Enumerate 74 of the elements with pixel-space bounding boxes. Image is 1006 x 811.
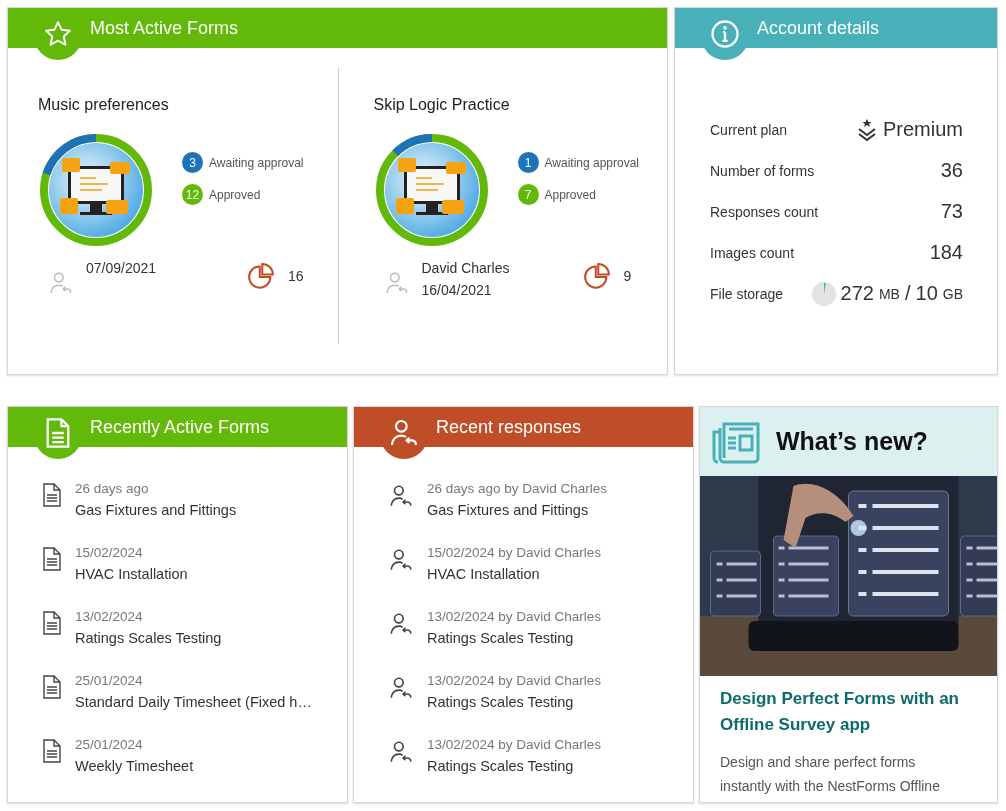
detail-value: 36 [940,159,963,182]
storage-pie-icon [811,281,836,306]
user-reply-icon [48,270,74,296]
document-icon [44,417,72,449]
activity-date: 13/02/2024 [75,609,143,624]
article-title-link[interactable]: Design Perfect Forms with an Offline Survey app [720,686,979,738]
activity-date: 25/01/2024 [75,673,143,688]
document-icon [42,483,62,507]
detail-value: 73 [940,200,963,223]
storage-used: 272 [840,282,874,305]
info-icon [710,19,740,49]
response-meta: 13/02/2024 by David Charles [427,609,602,624]
activity-date: 15/02/2024 [75,545,143,560]
article-summary: Design and share perfect forms instantly with the NestForms Offline [720,753,941,796]
author-text: David Charles [421,260,510,276]
card-title: Recent responses [436,416,582,438]
card-title: Account details [757,17,880,39]
user-reply-icon [388,611,414,637]
card-title: Recently Active Forms [90,416,270,438]
document-icon [42,675,62,699]
status-label: Approved [209,187,261,202]
count-badge: 7 [517,184,539,205]
response-count: 16 [288,268,304,284]
activity-date: 26 days ago [75,481,149,496]
user-reply-icon [388,739,414,765]
user-reply-icon [388,547,414,573]
detail-label: Current plan [710,121,788,138]
activity-date: 25/01/2024 [75,737,143,752]
form-name-link[interactable]: HVAC Installation [75,566,188,582]
form-name-link[interactable]: Ratings Scales Testing [427,630,574,646]
response-count: 9 [623,268,632,284]
storage-separator: / [904,282,911,305]
form-title[interactable]: Skip Logic Practice [373,96,510,114]
form-name-link[interactable]: Ratings Scales Testing [75,630,222,646]
detail-label: Number of forms [710,162,815,179]
storage-total: 10 [915,282,938,305]
pie-chart-icon [246,262,276,292]
detail-label: Images count [710,244,795,261]
response-meta: 26 days ago by David Charles [427,481,608,496]
status-label: Awaiting approval [209,155,304,170]
author-text: 16/04/2021 [421,282,492,298]
card-title: What’s new? [776,427,928,456]
pie-chart-icon [581,262,612,292]
detail-label: File storage [710,285,784,302]
response-meta: 13/02/2024 by David Charles [427,737,602,752]
storage-unit: MB [878,285,900,302]
form-name-link[interactable]: Gas Fixtures and Fittings [427,502,589,518]
premium-chevron-icon [856,117,878,142]
count-badge: 1 [517,152,539,173]
user-reply-icon [388,483,414,509]
document-icon [42,739,62,763]
form-name-link[interactable]: HVAC Installation [427,566,540,582]
count-badge: 12 [182,184,203,205]
storage-unit: GB [942,285,963,302]
document-icon [42,547,62,571]
status-label: Approved [544,187,596,202]
form-name-link[interactable]: Ratings Scales Testing [427,758,574,774]
author-text: 07/09/2021 [86,260,157,276]
plan-name: Premium [883,118,963,141]
form-name-link[interactable]: Ratings Scales Testing [427,694,574,710]
response-meta: 15/02/2024 by David Charles [427,545,602,560]
response-meta: 13/02/2024 by David Charles [427,673,602,688]
count-badge: 3 [182,152,203,173]
card-title: Most Active Forms [90,17,239,39]
form-name-link[interactable]: Weekly Timesheet [75,758,194,774]
form-name-link[interactable]: Standard Daily Timesheet (Fixed h… [75,694,312,710]
status-label: Awaiting approval [544,155,639,170]
detail-label: Responses count [710,203,819,220]
form-title[interactable]: Music preferences [38,96,169,114]
user-reply-icon [388,675,414,701]
document-icon [42,611,62,635]
form-name-link[interactable]: Gas Fixtures and Fittings [75,502,237,518]
star-icon [43,19,73,49]
detail-value: 184 [929,241,963,264]
